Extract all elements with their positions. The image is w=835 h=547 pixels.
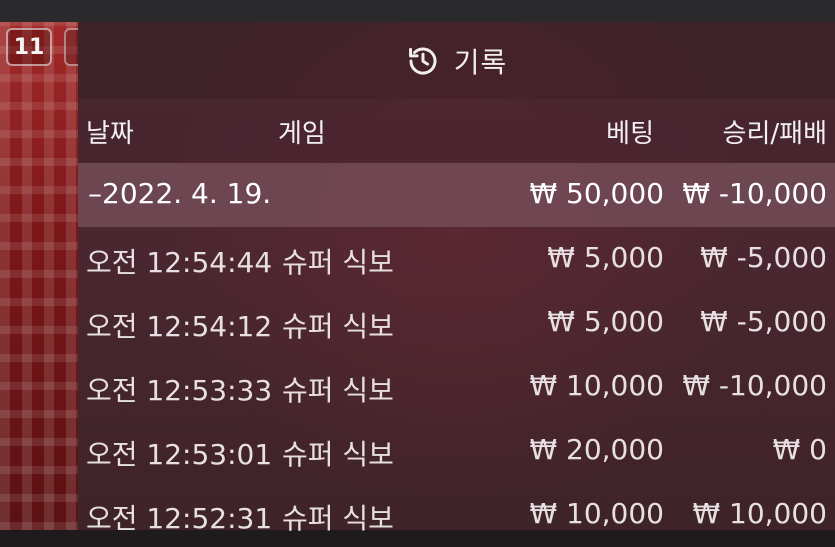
history-header: 기록 xyxy=(78,22,835,99)
group-date: –2022. 4. 19. xyxy=(88,177,272,210)
date-group-row[interactable]: –2022. 4. 19. ₩ 50,000 ₩ -10,000 xyxy=(78,163,835,227)
column-win-loss: 승리/패배 xyxy=(722,119,827,149)
row-game: 슈퍼 식보 xyxy=(282,310,394,343)
row-win-loss: ₩ -10,000 xyxy=(682,369,827,402)
table-row[interactable]: 오전 12:54:12 슈퍼 식보 ₩ 5,000 ₩ -5,000 xyxy=(78,291,835,355)
row-bet: ₩ 10,000 xyxy=(529,497,664,530)
number-badge-label: 11 xyxy=(13,34,45,60)
row-bet: ₩ 10,000 xyxy=(529,369,664,402)
row-game: 슈퍼 식보 xyxy=(282,374,394,407)
row-time: 오전 12:52:31 xyxy=(86,502,273,535)
panel-title: 기록 xyxy=(453,45,508,79)
row-bet: ₩ 5,000 xyxy=(547,241,664,274)
top-status-bar xyxy=(0,0,835,22)
row-game: 슈퍼 식보 xyxy=(282,438,394,471)
history-panel: 기록 날짜 게임 베팅 승리/패배 –2022. 4. 19. ₩ 50,000… xyxy=(78,22,835,535)
row-time: 오전 12:54:44 xyxy=(86,246,273,279)
background-lattice xyxy=(0,22,78,530)
column-bet: 베팅 xyxy=(606,119,654,149)
table-row[interactable]: 오전 12:52:31 슈퍼 식보 ₩ 10,000 ₩ 10,000 xyxy=(78,483,835,547)
row-time: 오전 12:53:33 xyxy=(86,374,273,407)
table-row[interactable]: 오전 12:53:01 슈퍼 식보 ₩ 20,000 ₩ 0 xyxy=(78,419,835,483)
history-icon xyxy=(406,44,440,78)
row-win-loss: ₩ 0 xyxy=(772,433,827,466)
column-date: 날짜 xyxy=(86,119,134,149)
row-win-loss: ₩ -5,000 xyxy=(700,241,827,274)
row-bet: ₩ 20,000 xyxy=(529,433,664,466)
group-win-loss-total: ₩ -10,000 xyxy=(682,177,827,210)
row-game: 슈퍼 식보 xyxy=(282,246,394,279)
group-bet-total: ₩ 50,000 xyxy=(529,177,664,210)
table-header: 날짜 게임 베팅 승리/패배 xyxy=(78,99,835,163)
row-win-loss: ₩ 10,000 xyxy=(692,497,827,530)
row-time: 오전 12:53:01 xyxy=(86,438,273,471)
table-row[interactable]: 오전 12:53:33 슈퍼 식보 ₩ 10,000 ₩ -10,000 xyxy=(78,355,835,419)
table-row[interactable]: 오전 12:54:44 슈퍼 식보 ₩ 5,000 ₩ -5,000 xyxy=(78,227,835,291)
row-bet: ₩ 5,000 xyxy=(547,305,664,338)
row-win-loss: ₩ -5,000 xyxy=(700,305,827,338)
row-game: 슈퍼 식보 xyxy=(282,502,394,535)
row-time: 오전 12:54:12 xyxy=(86,310,273,343)
number-badge: 11 xyxy=(6,28,52,66)
column-game: 게임 xyxy=(278,119,326,149)
